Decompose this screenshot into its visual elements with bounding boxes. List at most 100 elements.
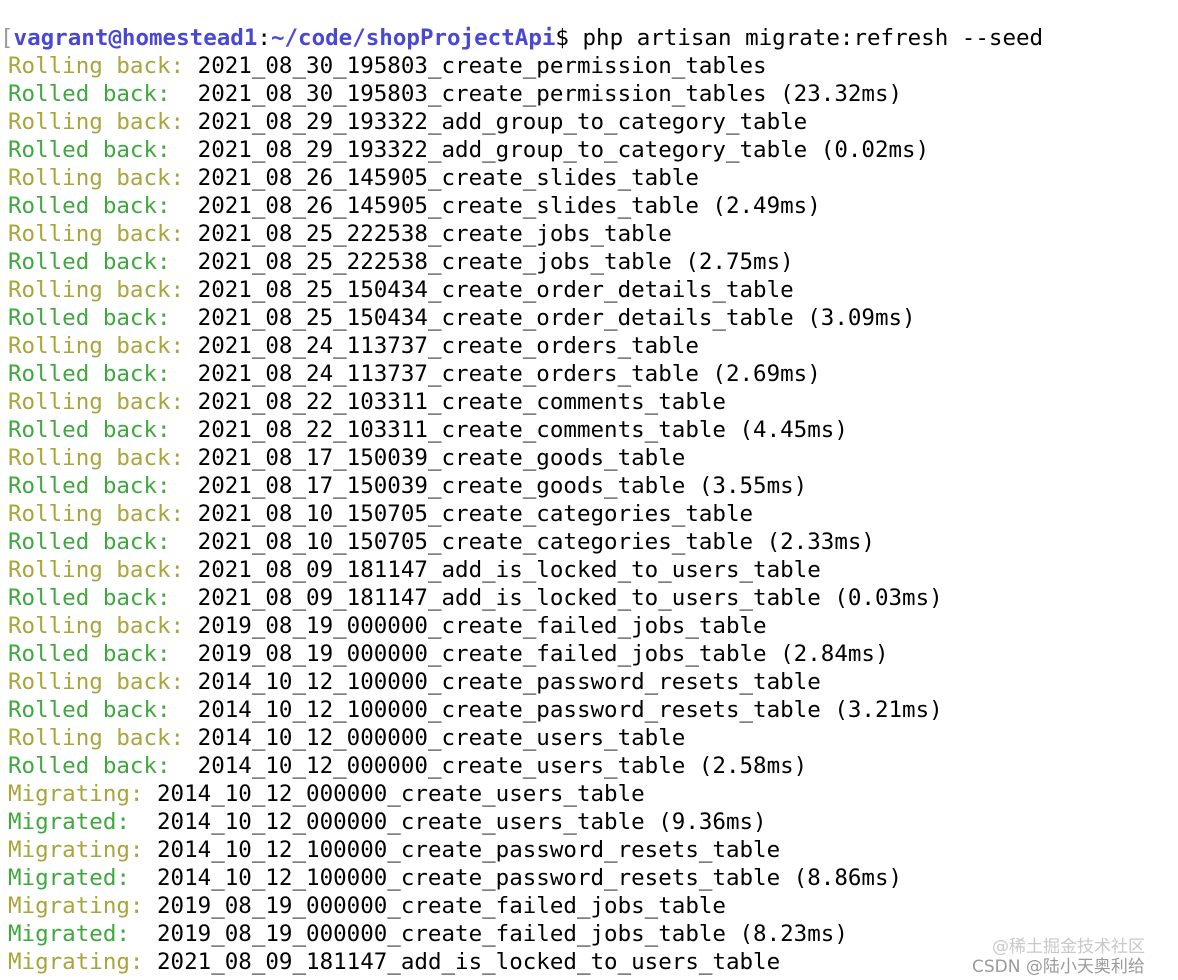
status-label-migrating: Migrating: bbox=[8, 781, 144, 807]
prompt-line: [vagrant@homestead1:~/code/shopProjectAp… bbox=[0, 24, 1043, 52]
status-label-rolling: Rolling back: bbox=[8, 221, 185, 247]
migration-name: 2021_08_10_150705_create_categories_tabl… bbox=[184, 501, 754, 527]
status-label-rolled: Rolled back: bbox=[8, 697, 171, 723]
status-label-rolling: Rolling back: bbox=[8, 557, 185, 583]
migration-name: 2021_08_17_150039_create_goods_table bbox=[184, 445, 686, 471]
terminal-output[interactable]: [vagrant@homestead1:~/code/shopProjectAp… bbox=[0, 0, 1178, 980]
migration-name: 2021_08_22_103311_create_comments_table … bbox=[170, 417, 848, 443]
status-label-rolling: Rolling back: bbox=[8, 613, 185, 639]
migration-name: 2021_08_30_195803_create_permission_tabl… bbox=[184, 53, 767, 79]
output-line-rolled: Rolled back: 2021_08_25_222538_create_jo… bbox=[8, 248, 794, 276]
status-label-rolling: Rolling back: bbox=[8, 389, 185, 415]
output-line-rolling: Rolling back: 2014_10_12_100000_create_p… bbox=[8, 668, 821, 696]
migration-name: 2014_10_12_000000_create_users_table (2.… bbox=[170, 753, 808, 779]
status-label-rolling: Rolling back: bbox=[8, 277, 185, 303]
migration-name: 2021_08_29_193322_add_group_to_category_… bbox=[170, 137, 930, 163]
output-line-rolled: Rolled back: 2021_08_22_103311_create_co… bbox=[8, 416, 848, 444]
output-line-migrating: Migrating: 2019_08_19_000000_create_fail… bbox=[8, 892, 726, 920]
command-text: php artisan migrate:refresh --seed bbox=[568, 25, 1044, 51]
status-label-rolled: Rolled back: bbox=[8, 81, 171, 107]
migration-name: 2014_10_12_000000_create_users_table bbox=[184, 725, 686, 751]
migration-name: 2021_08_30_195803_create_permission_tabl… bbox=[170, 81, 903, 107]
output-line-rolling: Rolling back: 2021_08_26_145905_create_s… bbox=[8, 164, 699, 192]
migration-name: 2021_08_25_222538_create_jobs_table bbox=[184, 221, 672, 247]
migration-name: 2019_08_19_000000_create_failed_jobs_tab… bbox=[184, 613, 767, 639]
output-line-rolling: Rolling back: 2021_08_22_103311_create_c… bbox=[8, 388, 726, 416]
status-label-rolled: Rolled back: bbox=[8, 137, 171, 163]
migration-name: 2014_10_12_000000_create_users_table bbox=[143, 781, 645, 807]
output-line-rolled: Rolled back: 2021_08_24_113737_create_or… bbox=[8, 360, 821, 388]
status-label-rolling: Rolling back: bbox=[8, 53, 185, 79]
output-line-rolled: Rolled back: 2021_08_10_150705_create_ca… bbox=[8, 528, 875, 556]
output-line-rolled: Rolled back: 2021_08_29_193322_add_group… bbox=[8, 136, 929, 164]
status-label-rolled: Rolled back: bbox=[8, 473, 171, 499]
output-line-rolling: Rolling back: 2021_08_24_113737_create_o… bbox=[8, 332, 699, 360]
output-line-rolling: Rolling back: 2021_08_25_222538_create_j… bbox=[8, 220, 672, 248]
status-label-migrated: Migrated: bbox=[8, 865, 130, 891]
status-label-rolling: Rolling back: bbox=[8, 501, 185, 527]
status-label-migrating: Migrating: bbox=[8, 837, 144, 863]
output-line-rolling: Rolling back: 2019_08_19_000000_create_f… bbox=[8, 612, 767, 640]
status-label-migrating: Migrating: bbox=[8, 949, 144, 975]
migration-name: 2021_08_09_181147_add_is_locked_to_users… bbox=[143, 949, 781, 975]
migration-name: 2021_08_25_222538_create_jobs_table (2.7… bbox=[170, 249, 794, 275]
status-label-rolled: Rolled back: bbox=[8, 585, 171, 611]
output-line-migrated: Migrated: 2014_10_12_100000_create_passw… bbox=[8, 864, 902, 892]
status-label-rolled: Rolled back: bbox=[8, 361, 171, 387]
prompt-path: ~/code/shopProjectApi bbox=[270, 25, 556, 51]
status-label-rolled: Rolled back: bbox=[8, 529, 171, 555]
prompt-user-host: vagrant@homestead1 bbox=[13, 25, 258, 51]
status-label-rolling: Rolling back: bbox=[8, 333, 185, 359]
migration-name: 2021_08_10_150705_create_categories_tabl… bbox=[170, 529, 875, 555]
migration-name: 2014_10_12_000000_create_users_table (9.… bbox=[129, 809, 767, 835]
watermark-csdn: CSDN @陆小天奥利给 bbox=[972, 957, 1145, 977]
status-label-rolled: Rolled back: bbox=[8, 193, 171, 219]
migration-name: 2021_08_25_150434_create_order_details_t… bbox=[170, 305, 916, 331]
migration-name: 2014_10_12_100000_create_password_resets… bbox=[143, 837, 781, 863]
status-label-rolled: Rolled back: bbox=[8, 417, 171, 443]
output-line-rolling: Rolling back: 2021_08_25_150434_create_o… bbox=[8, 276, 794, 304]
migration-name: 2014_10_12_100000_create_password_resets… bbox=[170, 697, 943, 723]
migration-name: 2021_08_29_193322_add_group_to_category_… bbox=[184, 109, 808, 135]
status-label-rolling: Rolling back: bbox=[8, 669, 185, 695]
migration-name: 2021_08_24_113737_create_orders_table bbox=[184, 333, 699, 359]
migration-name: 2021_08_17_150039_create_goods_table (3.… bbox=[170, 473, 808, 499]
output-line-rolled: Rolled back: 2021_08_30_195803_create_pe… bbox=[8, 80, 902, 108]
output-line-rolling: Rolling back: 2021_08_10_150705_create_c… bbox=[8, 500, 753, 528]
output-line-rolling: Rolling back: 2021_08_29_193322_add_grou… bbox=[8, 108, 807, 136]
migration-name: 2019_08_19_000000_create_failed_jobs_tab… bbox=[170, 641, 889, 667]
migration-name: 2021_08_25_150434_create_order_details_t… bbox=[184, 277, 794, 303]
migration-name: 2019_08_19_000000_create_failed_jobs_tab… bbox=[143, 893, 726, 919]
output-line-migrating: Migrating: 2014_10_12_000000_create_user… bbox=[8, 780, 645, 808]
output-line-rolled: Rolled back: 2014_10_12_000000_create_us… bbox=[8, 752, 807, 780]
output-line-migrated: Migrated: 2019_08_19_000000_create_faile… bbox=[8, 920, 848, 948]
output-line-rolling: Rolling back: 2014_10_12_000000_create_u… bbox=[8, 724, 685, 752]
migration-name: 2021_08_26_145905_create_slides_table (2… bbox=[170, 193, 821, 219]
output-line-rolled: Rolled back: 2021_08_25_150434_create_or… bbox=[8, 304, 916, 332]
migration-name: 2014_10_12_100000_create_password_resets… bbox=[184, 669, 821, 695]
migration-name: 2021_08_09_181147_add_is_locked_to_users… bbox=[184, 557, 821, 583]
status-label-rolling: Rolling back: bbox=[8, 445, 185, 471]
status-label-migrated: Migrated: bbox=[8, 921, 130, 947]
output-line-rolling: Rolling back: 2021_08_17_150039_create_g… bbox=[8, 444, 685, 472]
status-label-rolled: Rolled back: bbox=[8, 753, 171, 779]
output-line-rolled: Rolled back: 2021_08_17_150039_create_go… bbox=[8, 472, 807, 500]
migration-name: 2021_08_26_145905_create_slides_table bbox=[184, 165, 699, 191]
output-line-rolling: Rolling back: 2021_08_30_195803_create_p… bbox=[8, 52, 767, 80]
prompt-bracket: [ bbox=[0, 25, 14, 51]
status-label-rolling: Rolling back: bbox=[8, 725, 185, 751]
migration-name: 2021_08_24_113737_create_orders_table (2… bbox=[170, 361, 821, 387]
output-line-rolled: Rolled back: 2021_08_09_181147_add_is_lo… bbox=[8, 584, 943, 612]
status-label-rolled: Rolled back: bbox=[8, 641, 171, 667]
status-label-rolling: Rolling back: bbox=[8, 109, 185, 135]
output-line-migrated: Migrated: 2014_10_12_000000_create_users… bbox=[8, 808, 767, 836]
prompt-symbol: $ bbox=[555, 25, 569, 51]
status-label-rolling: Rolling back: bbox=[8, 165, 185, 191]
migration-name: 2014_10_12_100000_create_password_resets… bbox=[129, 865, 903, 891]
migration-name: 2021_08_22_103311_create_comments_table bbox=[184, 389, 726, 415]
status-label-migrated: Migrated: bbox=[8, 809, 130, 835]
prompt-colon: : bbox=[257, 25, 271, 51]
output-line-migrating: Migrating: 2021_08_09_181147_add_is_lock… bbox=[8, 948, 780, 976]
output-line-rolled: Rolled back: 2019_08_19_000000_create_fa… bbox=[8, 640, 889, 668]
output-line-migrating: Migrating: 2014_10_12_100000_create_pass… bbox=[8, 836, 780, 864]
